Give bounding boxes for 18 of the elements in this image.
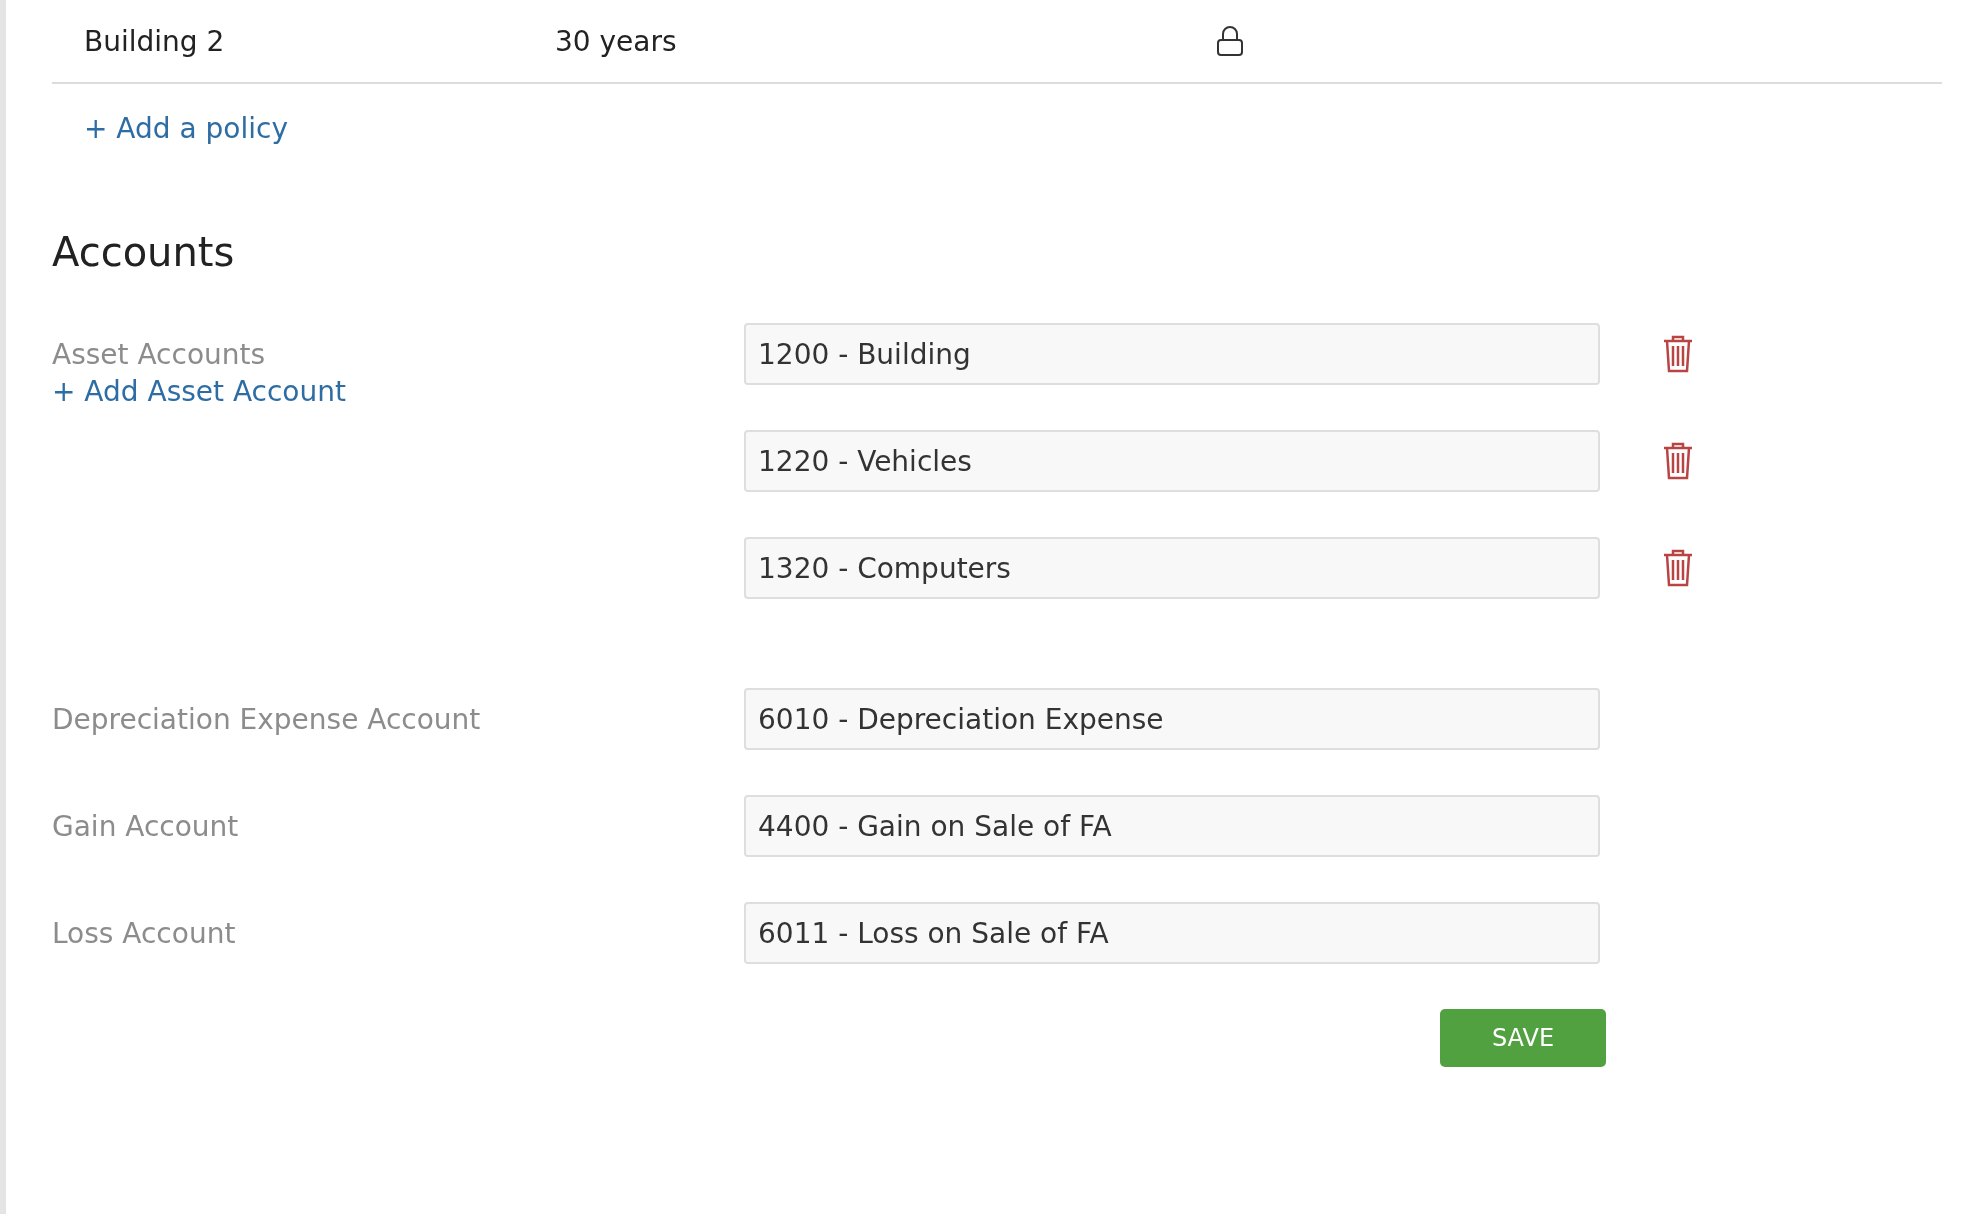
account-field[interactable]: 1220 - Vehicles <box>744 430 1600 492</box>
account-field[interactable]: 6010 - Depreciation Expense <box>744 688 1600 750</box>
field-label: Depreciation Expense Account <box>52 702 482 738</box>
account-field[interactable]: 1320 - Computers <box>744 537 1600 599</box>
field-label: Gain Account <box>52 809 240 845</box>
account-field[interactable]: 4400 - Gain on Sale of FA <box>744 795 1600 857</box>
add-policy-link[interactable]: + Add a policy <box>84 112 288 145</box>
policy-name: Building 2 <box>84 24 226 58</box>
field-label: Asset Accounts <box>52 337 267 373</box>
section-heading: Accounts <box>52 229 236 275</box>
account-field[interactable]: 6011 - Loss on Sale of FA <box>744 902 1600 964</box>
trash-icon[interactable] <box>1662 549 1694 587</box>
add-asset-account-link[interactable]: + Add Asset Account <box>52 375 346 408</box>
policy-life: 30 years <box>555 24 678 58</box>
account-field[interactable]: 1200 - Building <box>744 323 1600 385</box>
trash-icon[interactable] <box>1662 442 1694 480</box>
field-label: Loss Account <box>52 916 237 952</box>
trash-icon[interactable] <box>1662 335 1694 373</box>
